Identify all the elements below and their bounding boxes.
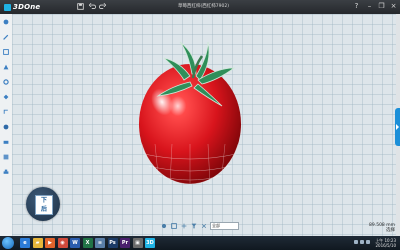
tomato-model[interactable] (12, 14, 396, 236)
view-cube-top-label: 下 (40, 197, 47, 204)
view-cube-face[interactable]: 下 后 (35, 195, 53, 215)
notepad-icon[interactable]: ≡ (95, 238, 105, 248)
media-icon[interactable]: ▶ (45, 238, 55, 248)
print-icon[interactable] (2, 168, 10, 176)
material-icon[interactable] (2, 138, 10, 146)
undo-icon[interactable] (88, 2, 97, 11)
title-bar: 3DOne 草莓西红柿(西红柿7902) ? – ❐ × (0, 0, 400, 14)
input-method-icon[interactable] (366, 240, 370, 244)
filter-icon[interactable] (190, 223, 197, 230)
primitive-icon[interactable] (2, 18, 10, 26)
render-icon[interactable] (160, 223, 167, 230)
restore-icon[interactable]: ❐ (377, 2, 386, 11)
app-logo-text: 3DOne (13, 3, 41, 11)
clock[interactable]: 上午 10:23 2016/5/10 (375, 238, 396, 248)
3d-viewport[interactable] (12, 14, 396, 236)
status-readout: 89.508 mm 选择 (369, 223, 395, 233)
volume-icon[interactable] (360, 240, 364, 244)
taskbar: e ▰ ▶ ◉ W X ≡ Ps Pr ▣ 3D 上午 10:23 2016/5/10 (0, 236, 400, 250)
app-icon[interactable]: Ps (107, 238, 118, 248)
help-icon[interactable]: ? (352, 2, 361, 11)
grid-icon[interactable] (180, 223, 187, 230)
system-tray-icons (354, 240, 370, 244)
3done-logo-icon (4, 3, 11, 11)
feature-icon[interactable] (2, 63, 10, 71)
save-icon[interactable] (76, 2, 85, 11)
minimize-icon[interactable]: – (365, 2, 374, 11)
edit-sketch-icon[interactable] (2, 48, 10, 56)
snap-icon[interactable] (200, 223, 207, 230)
ie-icon[interactable]: e (20, 238, 30, 248)
view-cube-bottom-label: 后 (40, 206, 47, 213)
redo-icon[interactable] (98, 2, 107, 11)
bottom-toolbar: 全部 (160, 221, 260, 231)
excel-icon[interactable]: X (82, 238, 93, 248)
tool-icon[interactable]: ▣ (132, 238, 143, 248)
chrome-icon[interactable]: ◉ (57, 238, 68, 248)
right-panel-toggle[interactable] (395, 108, 400, 146)
folder-icon[interactable]: ▰ (32, 238, 43, 248)
view-mode-icon[interactable] (170, 223, 177, 230)
measure-icon[interactable] (2, 108, 10, 116)
premiere-icon[interactable]: Pr (120, 238, 130, 248)
document-title: 草莓西红柿(西红柿7902) (178, 4, 229, 9)
assembly-icon[interactable] (2, 93, 10, 101)
color-icon[interactable] (2, 123, 10, 131)
clock-date: 2016/5/10 (375, 243, 396, 248)
close-icon[interactable]: × (389, 2, 398, 11)
network-icon[interactable] (354, 240, 358, 244)
word-icon[interactable]: W (70, 238, 80, 248)
app-logo[interactable]: 3DOne (4, 2, 40, 12)
modify-icon[interactable] (2, 78, 10, 86)
status-hint: 选择 (386, 228, 395, 233)
sketch-icon[interactable] (2, 33, 10, 41)
view-icon[interactable] (2, 153, 10, 161)
view-cube[interactable]: 下 后 (26, 187, 60, 221)
selection-filter-select[interactable]: 全部 (210, 222, 239, 230)
3done-icon[interactable]: 3D (145, 238, 155, 248)
start-button[interactable] (2, 237, 14, 249)
